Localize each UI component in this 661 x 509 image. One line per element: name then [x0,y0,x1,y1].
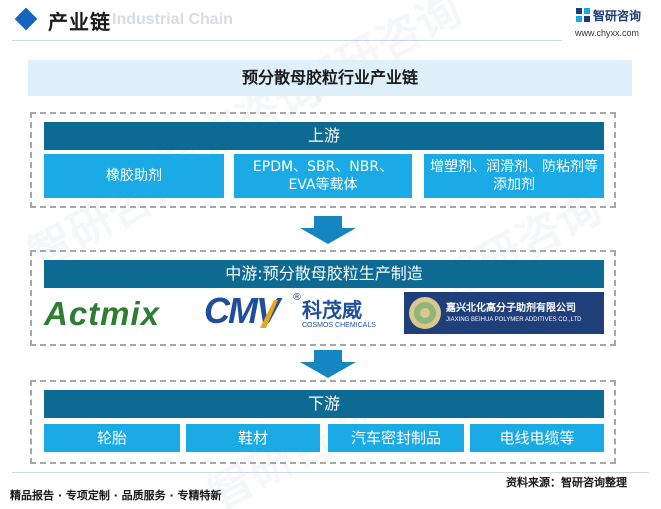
downstream-header: 下游 [44,390,604,418]
downstream-item: 鞋材 [186,424,320,452]
upstream-stage: 上游 橡胶助剂 EPDM、SBR、NBR、EVA等载体 增塑剂、润滑剂、防粘剂等… [30,112,616,208]
cmv-en-name: COSMOS CHEMICALS [302,322,376,329]
diamond-icon [14,7,38,31]
header-divider [12,40,562,41]
beihua-cn-name: 嘉兴北化高分子助剂有限公司 [446,303,576,314]
down-arrow-icon [300,350,356,378]
downstream-item: 汽车密封制品 [328,424,464,452]
actmix-logo: Actmix [44,294,184,334]
cmv-cn-name: 科茂威 [302,298,362,322]
beihua-en-name: JIAXING BEIHUA POLYMER ADDITIVES CO.,LTD [446,317,582,323]
brand-logo: 智研咨询 www.chyxx.com [572,6,658,42]
chyxx-logo-icon [576,8,590,22]
page-title: 产业链 [48,10,111,34]
downstream-item: 轮胎 [44,424,180,452]
footer-divider [12,472,649,473]
brand-name: 智研咨询 [593,9,642,23]
downstream-item: 电线电缆等 [470,424,604,452]
data-source: 资料来源：智研咨询整理 [506,476,627,489]
page-subtitle: Industrial Chain [112,11,233,28]
upstream-item: 增塑剂、润滑剂、防粘剂等添加剂 [424,154,604,198]
upstream-item: 橡胶助剂 [44,154,224,198]
beihua-emblem-icon [409,297,441,329]
main-title: 预分散母胶粒行业产业链 [241,68,418,87]
beihua-logo: 嘉兴北化高分子助剂有限公司 JIAXING BEIHUA POLYMER ADD… [404,292,604,334]
midstream-stage: 中游:预分散母胶粒生产制造 Actmix CMV ® 科茂威 COSMOS CH… [30,250,616,346]
brand-url: www.chyxx.com [575,28,640,38]
actmix-logo-text: Actmix [44,295,161,332]
main-title-bar: 预分散母胶粒行业产业链 [28,60,632,96]
down-arrow-icon [300,216,356,244]
footer-tagline: 精品报告 · 专项定制 · 品质服务 · 专精特新 [10,489,222,502]
midstream-header: 中游:预分散母胶粒生产制造 [44,260,604,288]
downstream-stage: 下游 轮胎 鞋材 汽车密封制品 电线电缆等 [30,380,616,464]
upstream-item: EPDM、SBR、NBR、EVA等载体 [234,154,412,198]
upstream-header: 上游 [44,122,604,150]
cmv-logo: CMV ® 科茂威 COSMOS CHEMICALS [204,290,386,336]
cmv-swoosh-icon [260,300,278,328]
cmv-registered-mark: ® [292,292,302,303]
page-header: 产业链 Industrial Chain [0,0,661,44]
